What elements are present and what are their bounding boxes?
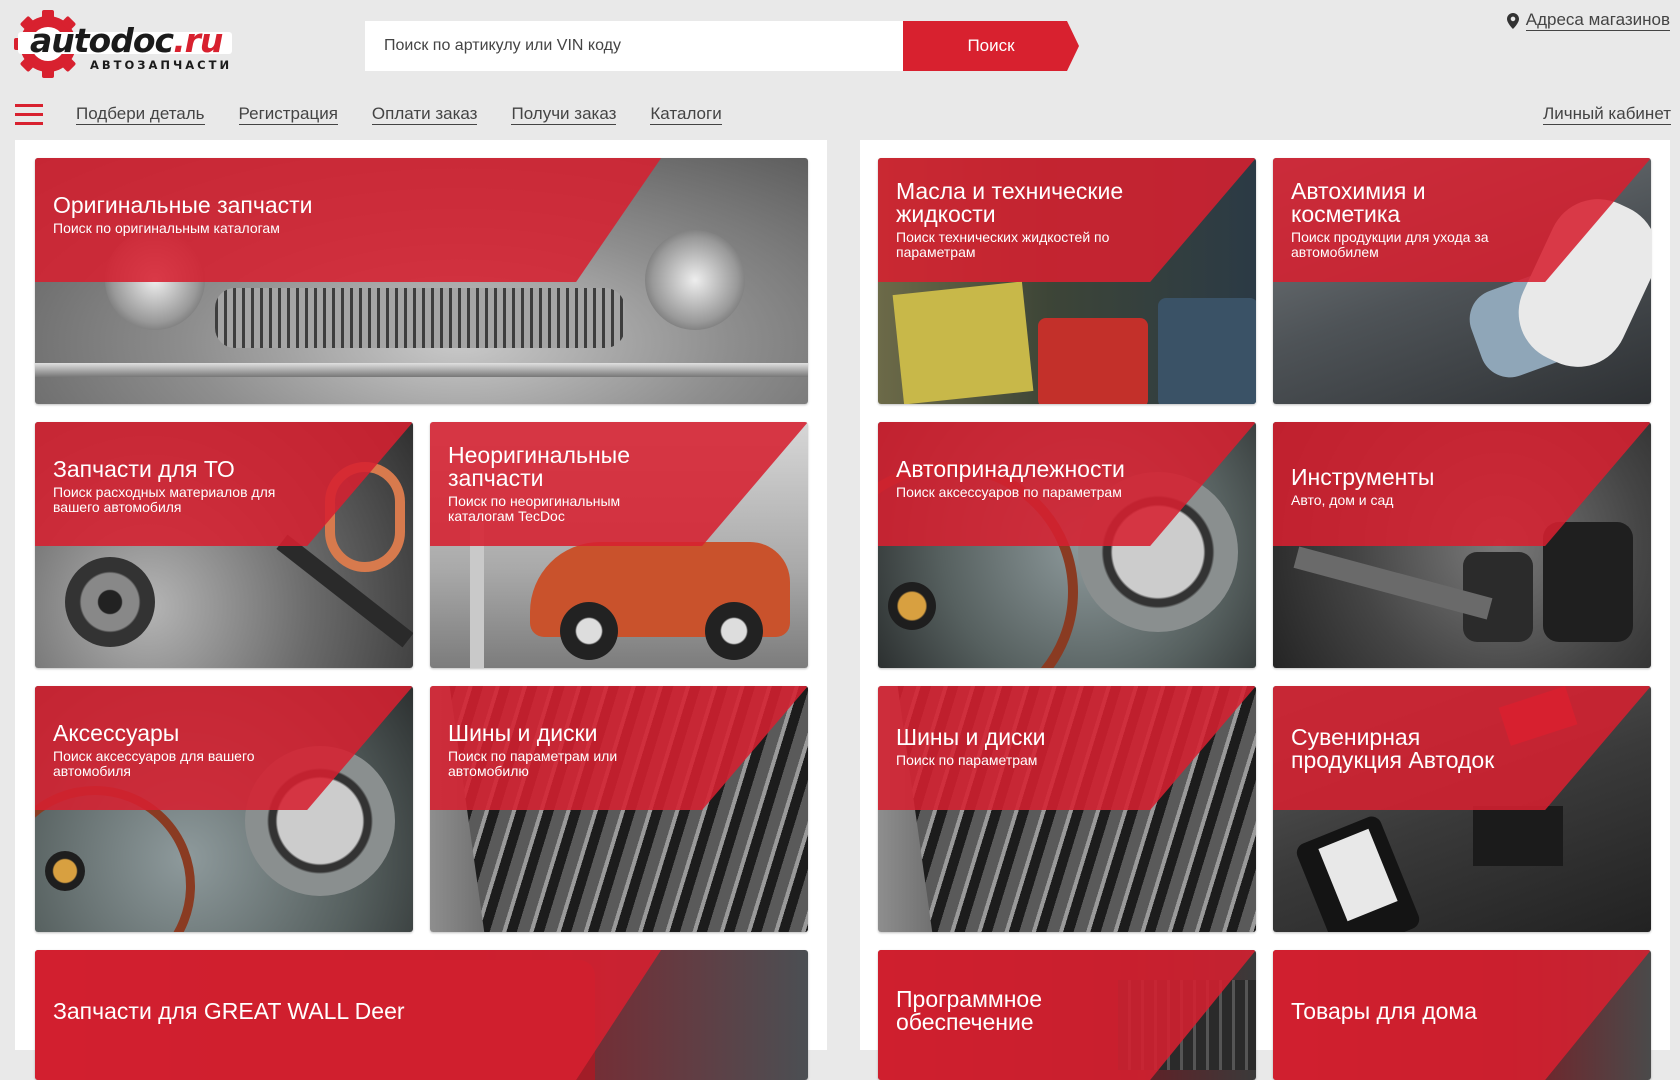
- tile-title: Шины и диски: [896, 724, 1046, 750]
- tile-title: Инструменты: [1291, 464, 1435, 490]
- tile-software[interactable]: Программное обеспечение: [878, 950, 1256, 1080]
- tile-subtitle: Поиск технических жидкостей по параметра…: [896, 229, 1110, 260]
- search-bar: Поиск: [365, 21, 1079, 71]
- tile-subtitle: Авто, дом и сад: [1291, 492, 1394, 508]
- store-addresses: Адреса магазинов: [1506, 10, 1670, 31]
- tile-title: Автохимия и косметика: [1291, 178, 1426, 227]
- menu-burger-icon[interactable]: [15, 104, 43, 126]
- tile-tires-wheels-params[interactable]: Шины и диски Поиск по параметрам: [878, 686, 1256, 932]
- nav-item-pay-order[interactable]: Оплати заказ: [371, 104, 478, 125]
- tile-title: Масла и технические жидкости: [896, 178, 1124, 227]
- tile-maintenance-parts[interactable]: Запчасти для ТО Поиск расходных материал…: [35, 422, 413, 668]
- tile-subtitle: Поиск аксессуаров по параметрам: [896, 484, 1122, 500]
- tile-car-chemicals[interactable]: Автохимия и косметика Поиск продукции дл…: [1273, 158, 1651, 404]
- tile-subtitle: Поиск расходных материалов для вашего ав…: [53, 484, 276, 515]
- tile-subtitle: Поиск продукции для ухода за автомобилем: [1291, 229, 1489, 260]
- logo-wordmark: autodoc.ru: [30, 21, 223, 60]
- tile-original-parts[interactable]: Оригинальные запчасти Поиск по оригиналь…: [35, 158, 808, 404]
- tile-oils-fluids[interactable]: Масла и технические жидкости Поиск техни…: [878, 158, 1256, 404]
- tile-title: Шины и диски: [448, 720, 598, 746]
- tile-accessories[interactable]: Аксессуары Поиск аксессуаров для вашего …: [35, 686, 413, 932]
- logo-subtitle: АВТОЗАПЧАСТИ: [90, 58, 233, 72]
- search-input[interactable]: [365, 21, 903, 71]
- tile-subtitle: Поиск аксессуаров для вашего автомобиля: [53, 748, 255, 779]
- tile-subtitle: Поиск по неоригинальным каталогам TecDoc: [448, 493, 621, 524]
- right-category-panel: Масла и технические жидкости Поиск техни…: [860, 140, 1670, 1080]
- left-category-panel: Оригинальные запчасти Поиск по оригиналь…: [15, 140, 827, 1080]
- tile-title: Оригинальные запчасти: [53, 192, 313, 218]
- nav-item-catalogs[interactable]: Каталоги: [650, 104, 722, 125]
- tile-subtitle: Поиск по параметрам: [896, 752, 1038, 768]
- map-pin-icon: [1506, 12, 1519, 29]
- main-nav: Подбери деталь Регистрация Оплати заказ …: [76, 104, 722, 125]
- tile-title: Программное обеспечение: [896, 986, 1042, 1035]
- tile-home-goods[interactable]: Товары для дома: [1273, 950, 1651, 1080]
- tile-subtitle: Поиск по оригинальным каталогам: [53, 220, 280, 236]
- tile-title: Аксессуары: [53, 720, 180, 746]
- tile-subtitle: Поиск по параметрам или автомобилю: [448, 748, 618, 779]
- nav-item-registration[interactable]: Регистрация: [238, 104, 338, 125]
- tile-auto-accessories[interactable]: Автопринадлежности Поиск аксессуаров по …: [878, 422, 1256, 668]
- tile-title: Запчасти для ТО: [53, 456, 235, 482]
- personal-account-link[interactable]: Личный кабинет: [1543, 104, 1671, 125]
- tile-great-wall-parts[interactable]: Запчасти для GREAT WALL Deer: [35, 950, 808, 1080]
- nav-item-parts-finder[interactable]: Подбери деталь: [76, 104, 205, 125]
- tile-title: Запчасти для GREAT WALL Deer: [53, 998, 405, 1024]
- tile-aftermarket-parts[interactable]: Неоригинальные запчасти Поиск по неориги…: [430, 422, 808, 668]
- tile-title: Неоригинальные запчасти: [448, 442, 630, 491]
- tile-title: Автопринадлежности: [896, 456, 1125, 482]
- tile-souvenirs[interactable]: Сувенирная продукция Автодок: [1273, 686, 1651, 932]
- tile-tools[interactable]: Инструменты Авто, дом и сад: [1273, 422, 1651, 668]
- search-button[interactable]: Поиск: [903, 21, 1079, 71]
- tile-title: Сувенирная продукция Автодок: [1291, 724, 1495, 773]
- tile-tires-wheels[interactable]: Шины и диски Поиск по параметрам или авт…: [430, 686, 808, 932]
- store-addresses-link[interactable]: Адреса магазинов: [1525, 10, 1670, 31]
- site-logo[interactable]: autodoc.ru АВТОЗАПЧАСТИ: [14, 10, 248, 82]
- tile-title: Товары для дома: [1291, 998, 1478, 1024]
- nav-item-get-order[interactable]: Получи заказ: [511, 104, 617, 125]
